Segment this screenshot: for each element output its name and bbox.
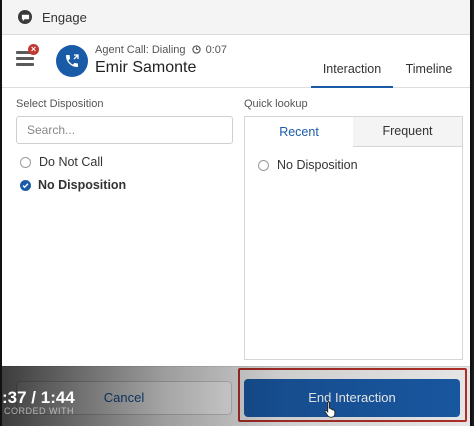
caller-name: Emir Samonte [95, 59, 197, 76]
tab-interaction[interactable]: Interaction [311, 62, 393, 88]
select-disposition-label: Select Disposition [16, 98, 104, 110]
lookup-option-no-disposition[interactable]: No Disposition [258, 158, 358, 172]
highlight-box [238, 368, 467, 422]
menu-button[interactable]: × [16, 44, 39, 69]
lookup-option-label: No Disposition [277, 158, 358, 172]
quick-lookup-tabs: Recent Frequent [245, 117, 462, 147]
window-title: Engage [42, 9, 87, 25]
call-header: × Agent Call: Dialing 0:07 Emir Samonte … [2, 35, 470, 88]
phone-call-icon [56, 45, 88, 77]
notification-badge: × [28, 44, 39, 55]
radio-unchecked-icon [258, 159, 269, 171]
chat-bubble-icon [18, 10, 32, 24]
recording-watermark: CORDED WITH [4, 406, 74, 416]
radio-unchecked-icon [20, 156, 31, 168]
tab-recent[interactable]: Recent [245, 117, 354, 147]
menu-icon-bar [16, 63, 34, 66]
disposition-option-label: Do Not Call [39, 155, 103, 169]
engage-window: Engage × Agent Call: Dialing 0:07 Emir S… [0, 0, 472, 426]
disposition-option-no-disposition[interactable]: No Disposition [20, 178, 126, 192]
call-status-text: Agent Call: Dialing [95, 44, 186, 56]
quick-lookup-panel: Recent Frequent No Disposition [244, 116, 463, 360]
clock-icon [191, 45, 201, 57]
hand-cursor-icon [324, 400, 338, 423]
call-timer: 0:07 [205, 44, 228, 56]
disposition-option-label: No Disposition [38, 178, 127, 192]
call-status: Agent Call: Dialing 0:07 [95, 44, 227, 57]
disposition-search-input[interactable] [16, 116, 233, 144]
title-bar: Engage [2, 0, 470, 35]
video-timestamp: :37 / 1:44 [2, 388, 75, 407]
tab-timeline[interactable]: Timeline [403, 62, 455, 86]
quick-lookup-label: Quick lookup [244, 98, 308, 110]
check-icon [20, 179, 31, 191]
menu-icon-bar [16, 57, 34, 60]
tab-frequent[interactable]: Frequent [353, 117, 462, 147]
disposition-option-do-not-call[interactable]: Do Not Call [20, 155, 103, 169]
